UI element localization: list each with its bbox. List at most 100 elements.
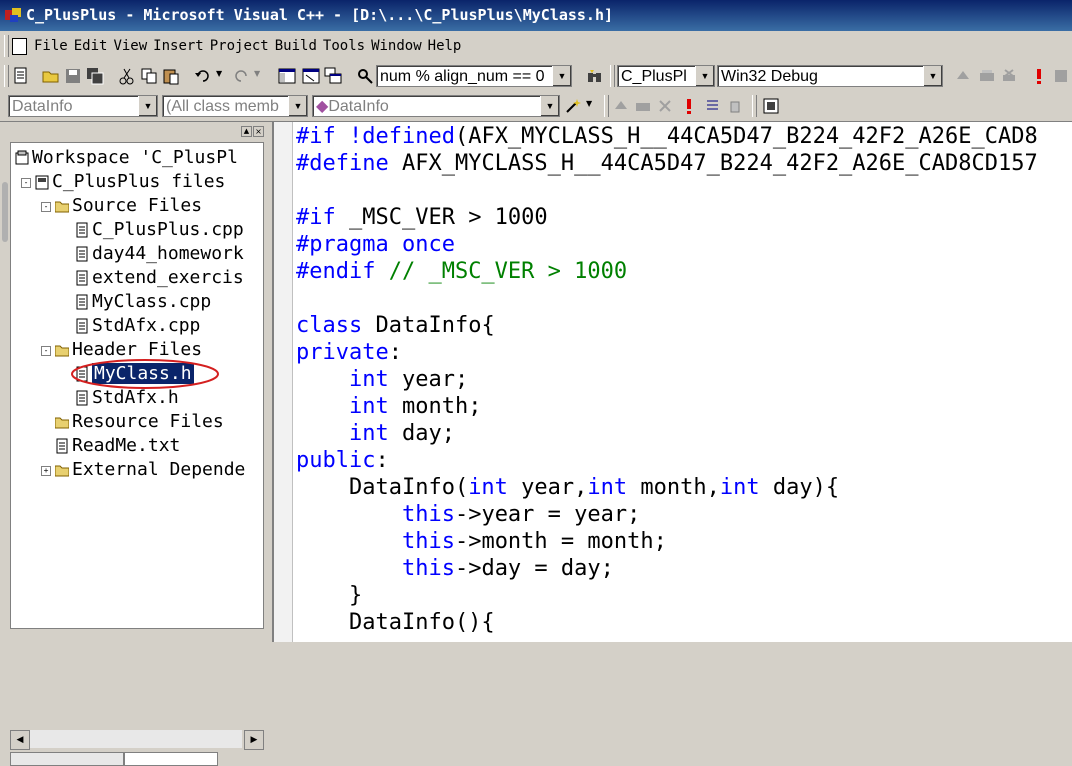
editor-gutter[interactable] [274, 122, 293, 642]
cut-icon[interactable] [118, 67, 136, 85]
menu-grip[interactable] [4, 35, 9, 57]
chevron-down-icon[interactable]: ▼ [288, 96, 307, 116]
tree-item[interactable]: MyClass.cpp [11, 291, 263, 313]
menu-view[interactable]: View [113, 38, 147, 54]
function-combo[interactable]: ◆DataInfo ▼ [312, 95, 560, 117]
code-line[interactable]: this->day = day; [296, 555, 614, 582]
save-icon[interactable] [64, 67, 82, 85]
redo-icon[interactable] [232, 67, 250, 85]
tree-horizontal-scrollbar[interactable]: ◀ ▶ [10, 730, 264, 750]
stop-small-icon[interactable] [656, 97, 674, 115]
chevron-down-icon[interactable]: ▼ [540, 96, 559, 116]
menu-tools[interactable]: Tools [323, 38, 365, 54]
code-line[interactable]: int day; [296, 420, 455, 447]
breakpoint-icon[interactable] [762, 97, 780, 115]
new-text-file-icon[interactable] [12, 67, 30, 85]
scroll-track[interactable] [30, 730, 242, 748]
code-line[interactable]: this->year = year; [296, 501, 640, 528]
menu-build[interactable]: Build [275, 38, 317, 54]
code-line[interactable]: } [296, 582, 362, 609]
code-line[interactable]: DataInfo(int year,int month,int day){ [296, 474, 839, 501]
menu-insert[interactable]: Insert [153, 38, 204, 54]
output-window-icon[interactable] [302, 67, 320, 85]
compile-small-icon[interactable] [612, 97, 630, 115]
build-small-icon[interactable] [634, 97, 652, 115]
code-line[interactable]: #if !defined(AFX_MYCLASS_H__44CA5D47_B22… [296, 123, 1038, 150]
redo-dropdown-icon[interactable]: ▼ [254, 69, 260, 78]
toolbar-grip-3[interactable] [604, 95, 609, 117]
chevron-down-icon[interactable]: ▼ [695, 66, 714, 86]
menu-help[interactable]: Help [428, 38, 462, 54]
window-list-icon[interactable] [324, 67, 342, 85]
code-editor[interactable]: #if !defined(AFX_MYCLASS_H__44CA5D47_B22… [272, 122, 1072, 642]
wizard-wand-icon[interactable] [564, 97, 582, 115]
tree-item[interactable]: extend_exercis [11, 267, 263, 289]
expand-icon[interactable]: + [41, 466, 51, 476]
toolbar-grip-4[interactable] [752, 95, 757, 117]
stop-build-icon[interactable] [1000, 67, 1018, 85]
code-line[interactable]: private: [296, 339, 402, 366]
find-in-files-icon[interactable] [356, 67, 374, 85]
paste-icon[interactable] [162, 67, 180, 85]
menu-project[interactable]: Project [210, 38, 269, 54]
collapse-icon[interactable]: - [41, 346, 51, 356]
menu-window[interactable]: Window [371, 38, 422, 54]
configuration-combo[interactable]: Win32 Debug ▼ [717, 65, 943, 87]
code-line[interactable]: #pragma once [296, 231, 455, 258]
wizard-dropdown-icon[interactable]: ▼ [586, 99, 592, 108]
execute-icon[interactable] [1030, 67, 1048, 85]
undo-dropdown-icon[interactable]: ▼ [216, 69, 222, 78]
panel-splitter[interactable] [0, 162, 10, 722]
restore-icon[interactable]: ▲ [241, 126, 252, 137]
open-folder-icon[interactable] [42, 67, 60, 85]
collapse-icon[interactable]: - [21, 178, 31, 188]
scroll-left-icon[interactable]: ◀ [10, 730, 30, 750]
code-line[interactable]: class DataInfo{ [296, 312, 495, 339]
tree-item[interactable]: - Source Files [11, 195, 263, 217]
members-combo[interactable]: (All class memb ▼ [162, 95, 308, 117]
code-line[interactable]: int month; [296, 393, 481, 420]
find-binoculars-icon[interactable] [586, 67, 604, 85]
close-icon[interactable]: × [253, 126, 264, 137]
file-view-tab[interactable] [124, 752, 218, 766]
code-line[interactable]: #if _MSC_VER > 1000 [296, 204, 548, 231]
undo-icon[interactable] [194, 67, 212, 85]
go-icon[interactable] [1052, 67, 1070, 85]
build-icon[interactable] [978, 67, 996, 85]
class-view-tab[interactable] [10, 752, 124, 766]
tree-item[interactable]: ReadMe.txt [11, 435, 263, 457]
project-combo[interactable]: C_PlusPl ▼ [617, 65, 715, 87]
chevron-down-icon[interactable]: ▼ [552, 66, 571, 86]
code-line[interactable]: public: [296, 447, 389, 474]
workspace-window-icon[interactable] [278, 67, 296, 85]
compile-icon[interactable] [954, 67, 972, 85]
tree-item[interactable]: C_PlusPlus.cpp [11, 219, 263, 241]
tree-item[interactable]: StdAfx.h [11, 387, 263, 409]
step-list-icon[interactable] [704, 97, 722, 115]
chevron-down-icon[interactable]: ▼ [923, 66, 942, 86]
toolbar-grip-2[interactable] [610, 65, 615, 87]
code-line[interactable]: #define AFX_MYCLASS_H__44CA5D47_B224_42F… [296, 150, 1038, 177]
menu-edit[interactable]: Edit [74, 38, 108, 54]
hand-icon[interactable] [726, 97, 744, 115]
tree-item[interactable]: Resource Files [11, 411, 263, 433]
menu-file[interactable]: File [34, 38, 68, 54]
save-all-icon[interactable] [86, 67, 104, 85]
execute-small-icon[interactable] [680, 97, 698, 115]
chevron-down-icon[interactable]: ▼ [138, 96, 157, 116]
find-combo[interactable]: num % align_num == 0 ▼ [376, 65, 572, 87]
code-line[interactable]: this->month = month; [296, 528, 667, 555]
tree-item[interactable]: + External Depende [11, 459, 263, 481]
app-icon[interactable] [4, 7, 22, 23]
tree-item[interactable]: StdAfx.cpp [11, 315, 263, 337]
code-line[interactable]: int year; [296, 366, 468, 393]
tree-item[interactable]: day44_homework [11, 243, 263, 265]
code-line[interactable]: DataInfo(){ [296, 609, 495, 636]
class-combo[interactable]: DataInfo ▼ [8, 95, 158, 117]
tree-item[interactable]: - C_PlusPlus files [11, 171, 263, 193]
toolbar-grip[interactable] [4, 65, 9, 87]
document-icon[interactable] [12, 38, 27, 55]
tree-item[interactable]: Workspace 'C_PlusPl [11, 147, 263, 169]
code-line[interactable]: #endif // _MSC_VER > 1000 [296, 258, 627, 285]
scroll-right-icon[interactable]: ▶ [244, 730, 264, 750]
